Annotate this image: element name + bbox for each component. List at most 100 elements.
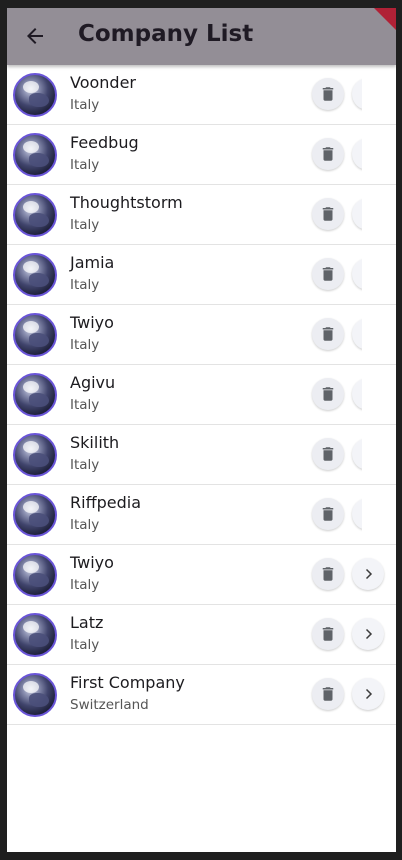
- list-item[interactable]: Latz Italy: [7, 605, 396, 665]
- row-clip-overlay: [362, 365, 396, 424]
- chevron-right-icon: [365, 688, 373, 700]
- avatar: [13, 613, 57, 657]
- page-title: Company List: [78, 21, 254, 47]
- company-name: Feedbug: [70, 133, 139, 152]
- app-bar: Company List: [7, 8, 396, 65]
- avatar-landmass: [29, 273, 49, 287]
- avatar-glow: [23, 321, 39, 333]
- list-item[interactable]: Twiyo Italy: [7, 545, 396, 605]
- company-name: Twiyo: [70, 553, 114, 572]
- trash-icon: [322, 567, 334, 581]
- avatar-glow: [23, 81, 39, 93]
- company-name: Twiyo: [70, 313, 114, 332]
- list-item[interactable]: Twiyo Italy: [7, 305, 396, 365]
- row-clip-overlay: [362, 305, 396, 364]
- row-clip-overlay: [362, 245, 396, 304]
- arrow-back-icon: [27, 28, 43, 44]
- company-country: Italy: [70, 637, 100, 653]
- avatar-landmass: [29, 153, 49, 167]
- avatar-landmass: [29, 93, 49, 107]
- company-name: First Company: [70, 673, 185, 692]
- trash-icon: [322, 507, 334, 521]
- avatar: [13, 73, 57, 117]
- trash-icon: [322, 327, 334, 341]
- company-country: Italy: [70, 277, 100, 293]
- delete-button[interactable]: [312, 378, 344, 410]
- open-company-button[interactable]: [352, 618, 384, 650]
- avatar-landmass: [29, 513, 49, 527]
- row-clip-overlay: [362, 125, 396, 184]
- open-company-button[interactable]: [352, 678, 384, 710]
- row-clip-overlay: [362, 485, 396, 544]
- open-company-button[interactable]: [352, 558, 384, 590]
- avatar-glow: [23, 681, 39, 693]
- delete-button[interactable]: [312, 618, 344, 650]
- delete-button[interactable]: [312, 498, 344, 530]
- avatar-landmass: [29, 213, 49, 227]
- avatar-landmass: [29, 693, 49, 707]
- avatar-glow: [23, 381, 39, 393]
- list-item[interactable]: Riffpedia Italy: [7, 485, 396, 545]
- avatar-glow: [23, 261, 39, 273]
- row-clip-overlay: [362, 425, 396, 484]
- avatar: [13, 433, 57, 477]
- company-name: Voonder: [70, 73, 136, 92]
- delete-button[interactable]: [312, 678, 344, 710]
- company-country: Italy: [70, 217, 100, 233]
- trash-icon: [322, 447, 334, 461]
- list-item[interactable]: Voonder Italy: [7, 65, 396, 125]
- avatar: [13, 493, 57, 537]
- trash-icon: [322, 687, 334, 701]
- company-country: Italy: [70, 157, 100, 173]
- avatar-landmass: [29, 333, 49, 347]
- row-clip-overlay: [362, 185, 396, 244]
- company-name: Latz: [70, 613, 104, 632]
- company-name: Jamia: [70, 253, 115, 272]
- list-item[interactable]: Jamia Italy: [7, 245, 396, 305]
- avatar: [13, 553, 57, 597]
- list-item[interactable]: Agivu Italy: [7, 365, 396, 425]
- list-item[interactable]: First Company Switzerland: [7, 665, 396, 725]
- delete-button[interactable]: [312, 78, 344, 110]
- avatar: [13, 193, 57, 237]
- row-clip-overlay: [362, 65, 396, 124]
- company-country: Italy: [70, 577, 100, 593]
- company-country: Italy: [70, 397, 100, 413]
- trash-icon: [322, 87, 334, 101]
- list-item[interactable]: Thoughtstorm Italy: [7, 185, 396, 245]
- avatar: [13, 673, 57, 717]
- screen: Company List Voonder Italy Feedbug Italy: [7, 8, 396, 852]
- avatar: [13, 253, 57, 297]
- company-country: Italy: [70, 97, 100, 113]
- company-country: Switzerland: [70, 697, 149, 713]
- back-button[interactable]: [21, 22, 49, 50]
- delete-button[interactable]: [312, 318, 344, 350]
- company-name: Agivu: [70, 373, 116, 392]
- delete-button[interactable]: [312, 438, 344, 470]
- list-item[interactable]: Feedbug Italy: [7, 125, 396, 185]
- delete-button[interactable]: [312, 198, 344, 230]
- trash-icon: [322, 387, 334, 401]
- company-name: Skilith: [70, 433, 120, 452]
- company-country: Italy: [70, 517, 100, 533]
- avatar-glow: [23, 441, 39, 453]
- avatar-landmass: [29, 573, 49, 587]
- delete-button[interactable]: [312, 138, 344, 170]
- chevron-right-icon: [365, 628, 373, 640]
- avatar-landmass: [29, 633, 49, 647]
- avatar-landmass: [29, 393, 49, 407]
- avatar-glow: [23, 621, 39, 633]
- company-name: Riffpedia: [70, 493, 141, 512]
- avatar: [13, 373, 57, 417]
- trash-icon: [322, 627, 334, 641]
- avatar-landmass: [29, 453, 49, 467]
- debug-banner: [374, 8, 396, 30]
- trash-icon: [322, 147, 334, 161]
- company-country: Italy: [70, 337, 100, 353]
- delete-button[interactable]: [312, 258, 344, 290]
- avatar-glow: [23, 561, 39, 573]
- avatar-glow: [23, 201, 39, 213]
- company-name: Thoughtstorm: [70, 193, 183, 212]
- delete-button[interactable]: [312, 558, 344, 590]
- list-item[interactable]: Skilith Italy: [7, 425, 396, 485]
